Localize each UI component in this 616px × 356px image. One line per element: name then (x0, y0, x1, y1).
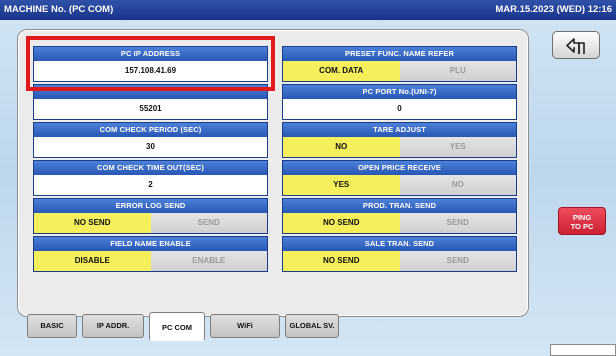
tab-wifi[interactable]: WiFi (210, 314, 280, 338)
tare-adjust-yes-option[interactable]: YES (399, 137, 516, 157)
ping-label-line2: TO PC (570, 222, 594, 231)
sale-tran-send-option[interactable]: SEND (399, 251, 516, 271)
tab-global-sv[interactable]: GLOBAL SV. (285, 314, 339, 338)
port-label (34, 85, 267, 99)
pc-ip-address-label: PC IP ADDRESS (34, 47, 267, 61)
preset-func-name-refer-label: PRESET FUNC. NAME REFER (283, 47, 516, 61)
tab-ip-addr[interactable]: IP ADDR. (82, 314, 144, 338)
prod-tran-send-label: PROD. TRAN. SEND (283, 199, 516, 213)
com-data-option[interactable]: COM. DATA (283, 61, 400, 81)
port-value: 55201 (139, 104, 162, 113)
error-log-send-option[interactable]: SEND (150, 213, 267, 233)
pc-port-uni7-label: PC PORT No.(UNI-7) (283, 85, 516, 99)
field-name-enable-option[interactable]: ENABLE (150, 251, 267, 271)
error-log-send-label: ERROR LOG SEND (34, 199, 267, 213)
tare-adjust-label: TARE ADJUST (283, 123, 516, 137)
return-arrow-icon (566, 38, 585, 54)
com-check-timeout-value: 2 (148, 180, 153, 189)
sale-tran-send-label: SALE TRAN. SEND (283, 237, 516, 251)
pc-port-uni7-field[interactable]: PC PORT No.(UNI-7) 0 (282, 84, 517, 120)
port-field[interactable]: 55201 (33, 84, 268, 120)
title-bar: MACHINE No. (PC COM) MAR.15.2023 (WED) 1… (0, 0, 616, 20)
ping-label-line1: PING (572, 213, 592, 222)
sale-tran-send-toggle: SALE TRAN. SEND NO SEND SEND (282, 236, 517, 272)
tab-basic[interactable]: BASIC (27, 314, 77, 338)
pc-port-uni7-value: 0 (397, 104, 402, 113)
tare-adjust-no-option[interactable]: NO (283, 137, 400, 157)
field-name-enable-label: FIELD NAME ENABLE (34, 237, 267, 251)
open-price-receive-label: OPEN PRICE RECEIVE (283, 161, 516, 175)
tare-adjust-toggle: TARE ADJUST NO YES (282, 122, 517, 158)
com-check-timeout-field[interactable]: COM CHECK TIME OUT(SEC) 2 (33, 160, 268, 196)
tab-pc-com[interactable]: PC COM (149, 312, 205, 341)
com-check-period-field[interactable]: COM CHECK PERIOD (SEC) 30 (33, 122, 268, 158)
sale-tran-no-send-option[interactable]: NO SEND (283, 251, 400, 271)
prod-tran-send-toggle: PROD. TRAN. SEND NO SEND SEND (282, 198, 517, 234)
error-log-no-send-option[interactable]: NO SEND (34, 213, 151, 233)
field-name-disable-option[interactable]: DISABLE (34, 251, 151, 271)
date-time: MAR.15.2023 (WED) 12:16 (495, 4, 612, 15)
status-box (550, 344, 616, 356)
com-check-period-label: COM CHECK PERIOD (SEC) (34, 123, 267, 137)
ping-to-pc-button[interactable]: PING TO PC (558, 207, 606, 235)
prod-tran-no-send-option[interactable]: NO SEND (283, 213, 400, 233)
com-check-period-value: 30 (146, 142, 155, 151)
pc-ip-address-value: 157.108.41.69 (124, 66, 177, 75)
preset-func-name-refer-toggle: PRESET FUNC. NAME REFER COM. DATA PLU (282, 46, 517, 82)
open-price-no-option[interactable]: NO (399, 175, 516, 195)
open-price-yes-option[interactable]: YES (283, 175, 400, 195)
prod-tran-send-option[interactable]: SEND (399, 213, 516, 233)
com-check-timeout-label: COM CHECK TIME OUT(SEC) (34, 161, 267, 175)
pc-ip-address-field[interactable]: PC IP ADDRESS 157.108.41.69 (33, 46, 268, 82)
plu-option[interactable]: PLU (399, 61, 516, 81)
error-log-send-toggle: ERROR LOG SEND NO SEND SEND (33, 198, 268, 234)
screen-title: MACHINE No. (PC COM) (4, 4, 114, 15)
back-button[interactable] (552, 31, 600, 59)
field-name-enable-toggle: FIELD NAME ENABLE DISABLE ENABLE (33, 236, 268, 272)
open-price-receive-toggle: OPEN PRICE RECEIVE YES NO (282, 160, 517, 196)
